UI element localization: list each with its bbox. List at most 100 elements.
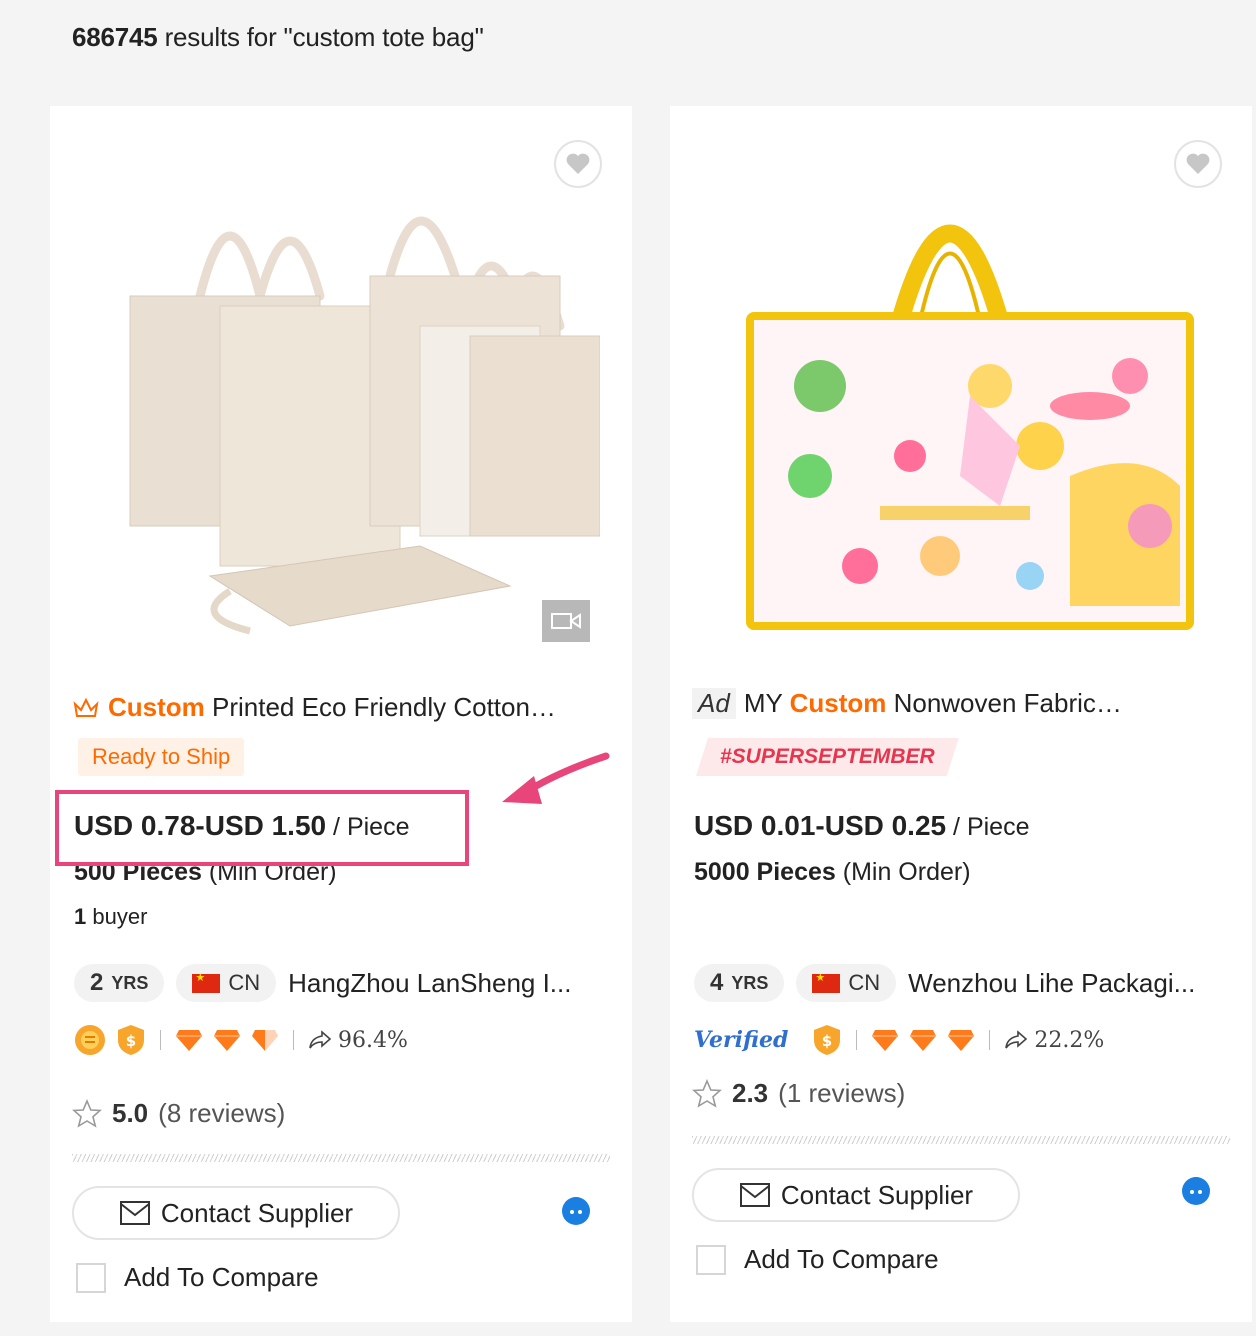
ready-to-ship-badge: Ready to Ship xyxy=(78,738,245,776)
supplier-badges: Verified $ 22.2% xyxy=(694,1024,1104,1056)
min-order: 5000 Pieces (Min Order) xyxy=(694,858,971,887)
compare-label: Add To Compare xyxy=(124,1262,319,1292)
supplier-row: 4 YRS CN Wenzhou Lihe Packagi... xyxy=(694,964,1195,1002)
response-rate: 96.4% xyxy=(308,1028,408,1053)
response-rate: 22.2% xyxy=(1004,1028,1104,1053)
review-count: (8 reviews) xyxy=(158,1098,286,1128)
years-value: 4 xyxy=(710,969,724,996)
years-unit: YRS xyxy=(111,972,149,993)
results-query: results for "custom tote bag" xyxy=(157,22,484,52)
share-arrow-icon xyxy=(1005,1030,1028,1049)
crown-icon xyxy=(73,697,99,717)
supplier-badges: $ 96.4% xyxy=(74,1024,408,1056)
diamond-icon xyxy=(872,1030,899,1051)
price-unit: / Piece xyxy=(946,813,1030,841)
add-to-compare[interactable]: Add To Compare xyxy=(76,1262,319,1293)
envelope-icon xyxy=(739,1183,770,1207)
title-keyword: Custom xyxy=(789,688,887,718)
product-title[interactable]: Ad MY Custom Nonwoven Fabric… xyxy=(692,688,1212,719)
dotted-divider xyxy=(692,1136,1230,1144)
star-outline-icon xyxy=(692,1078,722,1108)
moq-label: (Min Order) xyxy=(201,858,337,886)
heart-icon xyxy=(566,153,590,174)
contact-label: Contact Supplier xyxy=(160,1197,354,1228)
diamond-icon xyxy=(910,1030,937,1051)
trade-assurance-icon[interactable] xyxy=(74,1024,106,1056)
country-code: CN xyxy=(228,970,261,995)
price-value: USD 0.78-USD 1.50 xyxy=(74,810,327,841)
svg-text:$: $ xyxy=(126,1032,136,1050)
compare-checkbox[interactable] xyxy=(76,1262,106,1293)
star-outline-icon xyxy=(72,1098,102,1128)
divider xyxy=(293,1030,294,1050)
contact-label: Contact Supplier xyxy=(780,1179,974,1210)
diamond-icon xyxy=(948,1030,975,1051)
price-range: USD 0.78-USD 1.50 / Piece xyxy=(74,810,409,842)
company-name-link[interactable]: Wenzhou Lihe Packagi... xyxy=(908,968,1195,999)
response-rate-value: 22.2% xyxy=(1034,1027,1105,1053)
title-prefix: MY xyxy=(743,688,790,718)
title-text: Printed Eco Friendly Cotton… xyxy=(204,692,556,722)
envelope-icon xyxy=(119,1201,150,1225)
supplier-row: 2 YRS CN HangZhou LanSheng I... xyxy=(74,964,571,1002)
response-rate-value: 96.4% xyxy=(338,1027,408,1053)
buyers-label: buyer xyxy=(86,904,148,929)
review-count: (1 reviews) xyxy=(778,1078,906,1108)
rating-row[interactable]: 5.0 (8 reviews) xyxy=(72,1098,285,1129)
moq-value: 5000 Pieces xyxy=(694,858,836,886)
favorite-heart-button[interactable] xyxy=(1174,140,1222,188)
svg-text:$: $ xyxy=(822,1032,832,1050)
price-range: USD 0.01-USD 0.25 / Piece xyxy=(694,810,1029,842)
divider xyxy=(160,1030,161,1050)
favorite-heart-button[interactable] xyxy=(554,140,602,188)
price-unit: / Piece xyxy=(326,813,410,841)
years-unit: YRS xyxy=(731,972,769,993)
pointer-arrow-icon xyxy=(502,752,610,804)
product-image-cotton-totes[interactable] xyxy=(90,146,600,666)
results-count: 686745 xyxy=(72,22,158,52)
company-name-link[interactable]: HangZhou LanSheng I... xyxy=(288,968,571,999)
search-results-page: 686745 results for "custom tote bag" Cus… xyxy=(10,0,1256,1336)
promo-badge: #SUPERSEPTEMBER xyxy=(696,738,959,776)
product-card[interactable]: Ad MY Custom Nonwoven Fabric… #SUPERSEPT… xyxy=(670,106,1252,1322)
gold-supplier-shield-icon[interactable]: $ xyxy=(812,1024,842,1056)
ad-label: Ad xyxy=(692,688,736,719)
video-indicator[interactable] xyxy=(542,600,590,642)
years-value: 2 xyxy=(90,969,104,996)
results-count-header: 686745 results for "custom tote bag" xyxy=(72,22,484,53)
product-title[interactable]: Custom Printed Eco Friendly Cotton… xyxy=(72,692,592,723)
dotted-divider xyxy=(72,1154,610,1162)
chat-bubble-icon[interactable] xyxy=(1180,1174,1212,1206)
country-badge: CN xyxy=(796,964,897,1002)
rating-value: 5.0 xyxy=(112,1098,149,1128)
rating-value: 2.3 xyxy=(732,1078,769,1108)
compare-label: Add To Compare xyxy=(744,1244,939,1274)
divider xyxy=(989,1030,991,1050)
add-to-compare[interactable]: Add To Compare xyxy=(696,1244,939,1275)
contact-supplier-button[interactable]: Contact Supplier xyxy=(692,1168,1020,1222)
buyers-count: 1 xyxy=(74,904,87,929)
min-order: 500 Pieces (Min Order) xyxy=(74,858,337,887)
product-card[interactable]: Custom Printed Eco Friendly Cotton… Read… xyxy=(50,106,632,1322)
divider xyxy=(856,1030,858,1050)
moq-label: (Min Order) xyxy=(835,858,971,886)
rating-row[interactable]: 2.3 (1 reviews) xyxy=(692,1078,905,1109)
verified-badge[interactable]: Verified xyxy=(694,1027,788,1053)
country-badge: CN xyxy=(176,964,277,1002)
heart-icon xyxy=(1186,153,1210,174)
price-value: USD 0.01-USD 0.25 xyxy=(694,810,947,841)
buyer-count: 1 buyer xyxy=(74,904,147,930)
china-flag-icon xyxy=(192,971,221,993)
contact-supplier-button[interactable]: Contact Supplier xyxy=(72,1186,400,1240)
video-camera-icon xyxy=(551,613,581,629)
product-image-nonwoven-bag[interactable] xyxy=(710,146,1220,666)
chat-bubble-icon[interactable] xyxy=(560,1194,592,1226)
years-badge: 2 YRS xyxy=(74,964,165,1002)
years-badge: 4 YRS xyxy=(694,964,785,1002)
share-arrow-icon xyxy=(309,1030,332,1049)
half-diamond-icon xyxy=(252,1030,278,1051)
compare-checkbox[interactable] xyxy=(696,1244,726,1275)
gold-supplier-shield-icon[interactable]: $ xyxy=(116,1024,146,1056)
china-flag-icon xyxy=(812,971,841,993)
diamond-icon xyxy=(214,1030,240,1051)
